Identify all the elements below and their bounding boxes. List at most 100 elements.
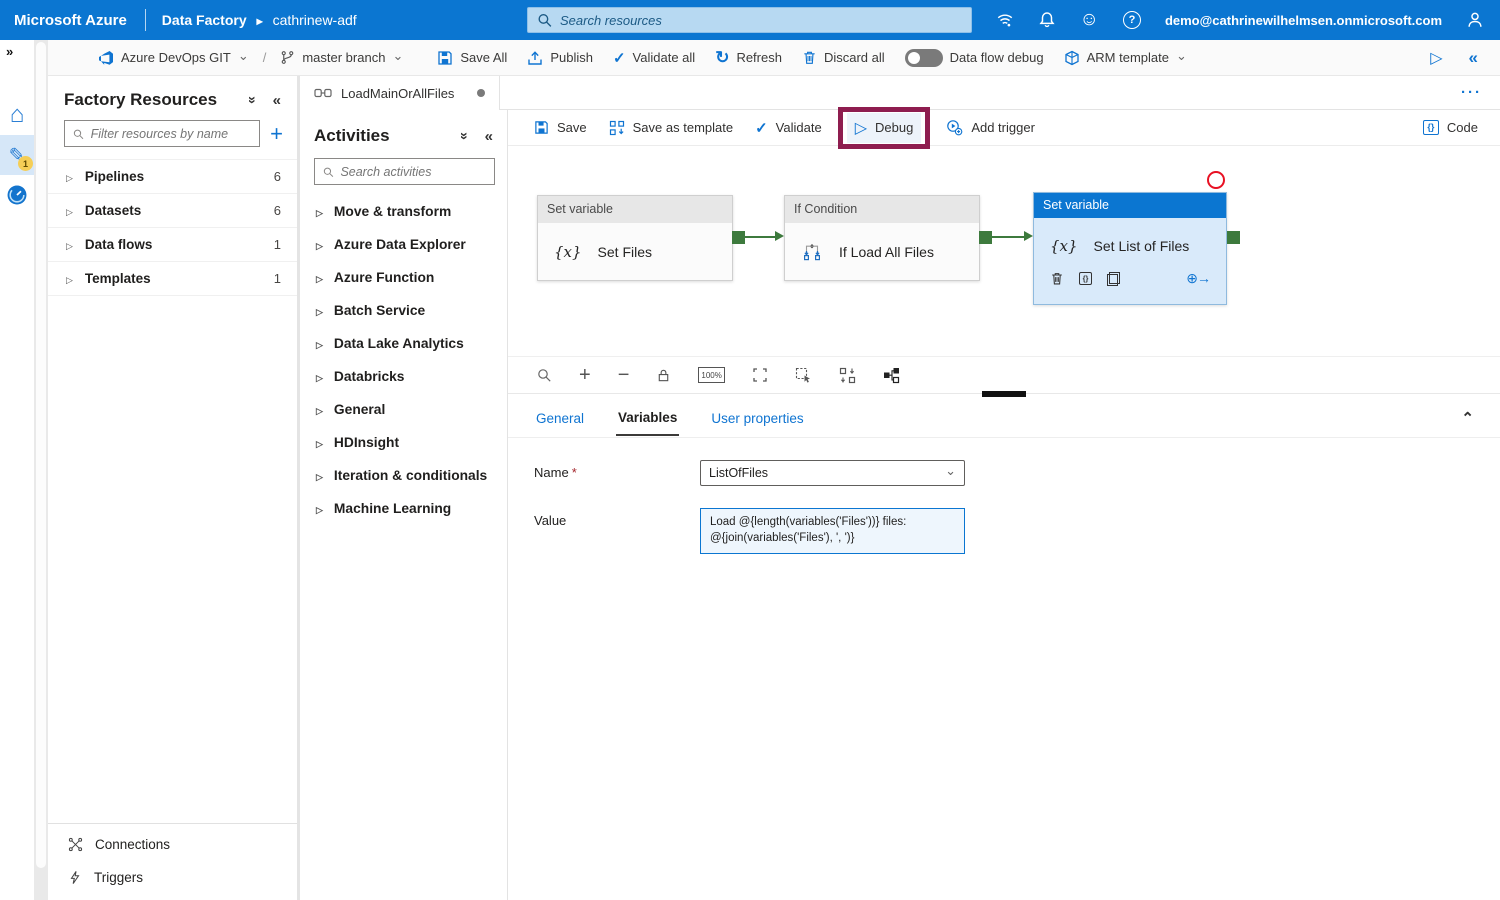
collapse-all-icon[interactable] xyxy=(459,128,471,144)
expander-icon[interactable] xyxy=(66,169,73,184)
branch-selector[interactable]: master branch xyxy=(274,46,409,70)
multi-select-icon[interactable] xyxy=(795,367,812,384)
category-general[interactable]: General xyxy=(300,393,507,426)
category-batch-service[interactable]: Batch Service xyxy=(300,294,507,327)
zoom-out-icon[interactable] xyxy=(618,364,630,387)
rail-item-author[interactable]: 1 xyxy=(0,135,34,175)
signal-icon[interactable] xyxy=(996,11,1014,29)
rail-item-monitor[interactable] xyxy=(0,175,34,215)
collapse-properties-icon[interactable] xyxy=(1461,409,1474,427)
align-nodes-icon[interactable] xyxy=(839,367,856,384)
canvas-zoom-toolbar: 100% xyxy=(508,356,1500,393)
resource-item-templates[interactable]: Templates 1 xyxy=(48,262,297,296)
resource-item-datasets[interactable]: Datasets 6 xyxy=(48,194,297,228)
breadcrumb-product[interactable]: Data Factory xyxy=(162,12,247,28)
expand-rail-icon[interactable] xyxy=(0,40,13,73)
scrollbar-thumb[interactable] xyxy=(36,42,46,868)
publish-button[interactable]: Publish xyxy=(521,46,599,70)
add-output-icon[interactable] xyxy=(1186,270,1210,287)
avatar-icon[interactable] xyxy=(1466,11,1484,29)
azure-devops-icon xyxy=(98,50,114,66)
help-icon[interactable] xyxy=(1123,11,1141,29)
category-data-lake-analytics[interactable]: Data Lake Analytics xyxy=(300,327,507,360)
lock-canvas-icon[interactable] xyxy=(656,368,671,383)
zoom-to-fit-icon[interactable] xyxy=(752,367,768,383)
connections-button[interactable]: Connections xyxy=(48,828,297,861)
add-resource-button[interactable] xyxy=(270,121,283,147)
data-flow-debug-toggle-group: Data flow debug xyxy=(899,45,1050,71)
arm-template-menu[interactable]: ARM template xyxy=(1058,46,1193,70)
category-azure-function[interactable]: Azure Function xyxy=(300,261,507,294)
account-email[interactable]: demo@cathrinewilhelmsen.onmicrosoft.com xyxy=(1165,13,1442,28)
variable-value-input[interactable]: Load @{length(variables('Files'))} files… xyxy=(700,508,965,554)
validate-button[interactable]: Validate xyxy=(747,114,830,142)
resource-item-pipelines[interactable]: Pipelines 6 xyxy=(48,159,297,194)
azure-brand[interactable]: Microsoft Azure xyxy=(0,12,145,29)
edit-count-badge: 1 xyxy=(18,156,33,171)
pipeline-canvas[interactable]: Set variable Set Files xyxy=(508,146,1500,356)
code-button[interactable]: Code xyxy=(1415,115,1486,140)
validate-all-button[interactable]: Validate all xyxy=(607,45,701,71)
global-search-input[interactable] xyxy=(560,13,963,28)
refresh-button[interactable]: Refresh xyxy=(709,44,788,72)
notifications-bell-icon[interactable] xyxy=(1038,11,1056,29)
output-connector[interactable] xyxy=(979,231,992,244)
tab-user-properties[interactable]: User properties xyxy=(709,400,805,435)
category-databricks[interactable]: Databricks xyxy=(300,360,507,393)
zoom-reset-button[interactable]: 100% xyxy=(698,367,724,383)
category-machine-learning[interactable]: Machine Learning xyxy=(300,492,507,525)
clone-activity-icon[interactable] xyxy=(1107,272,1120,286)
category-move-transform[interactable]: Move & transform xyxy=(300,195,507,228)
category-label: Azure Function xyxy=(334,270,434,285)
collapse-sidebar-icon[interactable] xyxy=(271,92,283,109)
activity-node-set-list-of-files[interactable]: Set variable Set List of Files xyxy=(1033,192,1227,305)
collapse-panel-icon[interactable] xyxy=(1469,48,1478,68)
collapse-activities-icon[interactable] xyxy=(483,128,495,145)
output-connector[interactable] xyxy=(1227,231,1240,244)
triggers-button[interactable]: Triggers xyxy=(48,861,297,894)
rail-item-home[interactable] xyxy=(0,95,34,135)
tab-general[interactable]: General xyxy=(534,400,586,435)
activity-node-set-files[interactable]: Set variable Set Files xyxy=(537,195,733,281)
variable-name-select[interactable]: ListOfFiles xyxy=(700,460,965,486)
debug-button[interactable]: Debug xyxy=(847,113,922,143)
add-trigger-button[interactable]: Add trigger xyxy=(938,114,1043,141)
data-flow-debug-toggle[interactable] xyxy=(905,49,943,67)
global-search-box[interactable] xyxy=(527,7,972,33)
canvas-search-icon[interactable] xyxy=(536,367,552,383)
play-icon[interactable] xyxy=(1430,48,1442,68)
panel-scrollbar[interactable] xyxy=(34,40,48,900)
path-separator xyxy=(263,50,267,65)
discard-all-button[interactable]: Discard all xyxy=(796,46,891,69)
category-azure-data-explorer[interactable]: Azure Data Explorer xyxy=(300,228,507,261)
filter-resources-box[interactable] xyxy=(64,120,260,147)
category-iteration-conditionals[interactable]: Iteration & conditionals xyxy=(300,459,507,492)
expander-icon[interactable] xyxy=(66,237,73,252)
resource-item-data-flows[interactable]: Data flows 1 xyxy=(48,228,297,262)
more-actions-button[interactable] xyxy=(1461,84,1500,101)
view-code-icon[interactable] xyxy=(1079,272,1092,285)
feedback-smiley-icon[interactable] xyxy=(1080,11,1099,29)
expander-icon[interactable] xyxy=(66,203,73,218)
refresh-label: Refresh xyxy=(736,50,782,65)
expander-icon[interactable] xyxy=(66,271,73,286)
save-all-button[interactable]: Save All xyxy=(431,46,513,70)
zoom-in-icon[interactable] xyxy=(579,364,591,387)
output-connector[interactable] xyxy=(732,231,745,244)
filter-resources-input[interactable] xyxy=(91,127,253,141)
save-button[interactable]: Save xyxy=(526,115,595,140)
activity-node-if-load-all-files[interactable]: If Condition If Load All Files xyxy=(784,195,980,281)
auto-layout-icon[interactable] xyxy=(883,367,900,384)
save-as-template-button[interactable]: Save as template xyxy=(601,115,741,141)
tab-variables[interactable]: Variables xyxy=(616,399,679,436)
collapse-all-icon[interactable] xyxy=(247,92,259,108)
category-hdinsight[interactable]: HDInsight xyxy=(300,426,507,459)
delete-activity-icon[interactable] xyxy=(1050,271,1064,286)
tab-loadmainorallfiles[interactable]: LoadMainOrAllFiles xyxy=(300,76,500,110)
breadcrumb-resource[interactable]: cathrinew-adf xyxy=(273,12,357,28)
expander-icon xyxy=(316,435,323,450)
resize-handle[interactable] xyxy=(982,391,1026,397)
repo-selector[interactable]: Azure DevOps GIT xyxy=(92,46,255,70)
search-activities-box[interactable] xyxy=(314,158,495,185)
search-activities-input[interactable] xyxy=(340,165,487,179)
